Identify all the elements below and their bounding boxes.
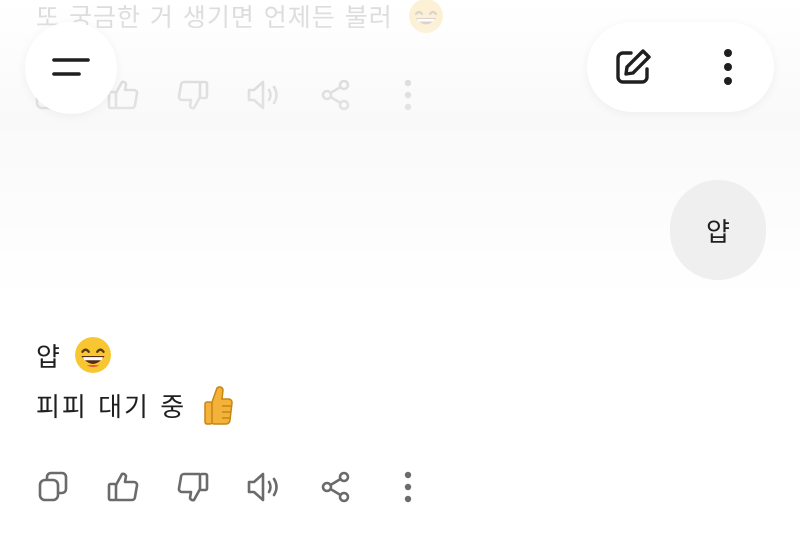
share-icon[interactable] (314, 465, 358, 509)
thumbs-down-icon[interactable] (171, 465, 215, 509)
read-aloud-icon[interactable] (243, 465, 287, 509)
thumbs-up-emoji (202, 384, 236, 433)
new-chat-button[interactable] (611, 45, 655, 89)
edit-icon (616, 49, 651, 84)
copy-icon[interactable] (31, 465, 75, 509)
user-message-bubble: 얍 (670, 180, 766, 280)
menu-button[interactable] (25, 22, 117, 114)
share-icon[interactable] (314, 73, 358, 117)
assistant-reply-line-1: 얍 (36, 336, 112, 381)
assistant-reply-text-1: 얍 (36, 343, 60, 373)
more-options-button[interactable] (706, 45, 750, 89)
more-vertical-icon[interactable] (386, 465, 430, 509)
menu-icon (52, 58, 90, 76)
thumbs-down-icon[interactable] (171, 73, 215, 117)
header-actions-pill (587, 22, 774, 112)
grinning-face-emoji (74, 336, 112, 381)
user-message-text: 얍 (706, 217, 730, 248)
thumbs-up-icon[interactable] (101, 465, 145, 509)
grinning-face-emoji (408, 0, 444, 40)
read-aloud-icon[interactable] (243, 73, 287, 117)
more-vertical-icon[interactable] (386, 73, 430, 117)
more-vertical-icon (724, 49, 732, 85)
assistant-reply-line-2: 피피 대기 중 (36, 384, 236, 433)
assistant-reply-text-2: 피피 대기 중 (36, 393, 187, 423)
